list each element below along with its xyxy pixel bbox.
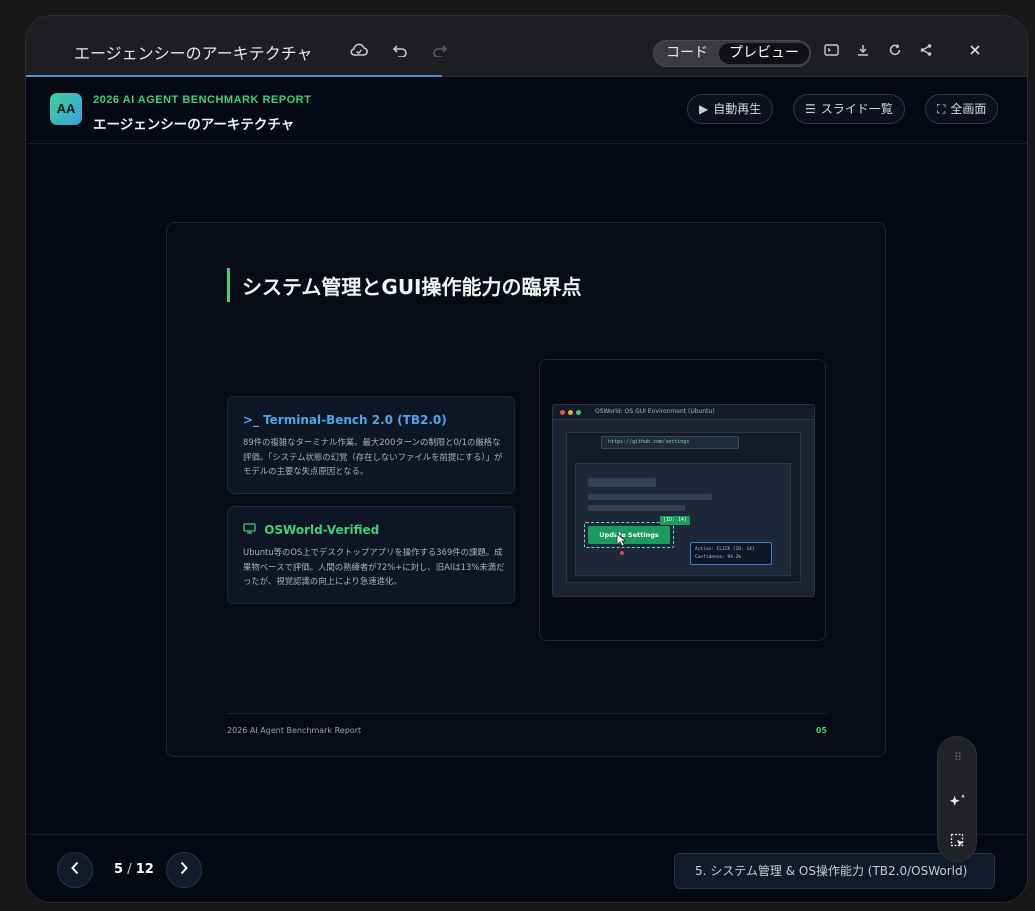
presentation-footer: 5 / 12 5. システム管理 & OS操作能力 (TB2.0/OSWorld… <box>26 834 1027 902</box>
fullscreen-button[interactable]: ⛶ 全画面 <box>925 94 999 124</box>
cursor-icon <box>616 532 628 547</box>
os-titlebar: OSWorld: OS GUI Environment (Ubuntu) <box>553 405 814 420</box>
os-window: OSWorld: OS GUI Environment (Ubuntu) htt… <box>552 404 815 597</box>
presentation-title: エージェンシーのアーキテクチャ <box>93 117 295 133</box>
placeholder-line <box>588 494 712 500</box>
slide-footer-text: 2026 AI Agent Benchmark Report <box>227 726 362 735</box>
sparkle-icon[interactable] <box>938 792 978 814</box>
autoplay-button[interactable]: ▶ 自動再生 <box>687 94 774 124</box>
logo-badge: AA <box>50 93 82 125</box>
target-highlight: Update Settings <box>584 522 674 548</box>
report-label: 2026 AI AGENT BENCHMARK REPORT <box>93 94 312 106</box>
web-page: Update Settings [ID: 14] Action: CLICK [… <box>575 463 791 576</box>
window-min-dot <box>568 410 573 415</box>
slide-title: システム管理とGUI操作能力の臨界点 <box>242 275 582 299</box>
terminal-prompt-icon: >_ <box>243 413 260 427</box>
view-toggle: コード プレビュー <box>653 40 811 67</box>
placeholder-line <box>588 505 685 511</box>
prev-slide-button[interactable] <box>57 852 93 888</box>
element-id-tag: [ID: 14] <box>660 516 691 525</box>
action-readout: Action: CLICK [ID: 14] Confidence: 94.2% <box>690 542 772 565</box>
card-title: >_ Terminal-Bench 2.0 (TB2.0) <box>243 413 447 427</box>
share-icon[interactable] <box>916 40 936 60</box>
download-icon[interactable] <box>853 40 873 60</box>
list-icon: ☰ <box>805 102 816 116</box>
tab-preview[interactable]: プレビュー <box>719 43 809 64</box>
slide-page-number: 05 <box>815 726 827 735</box>
presentation-header: AA 2026 AI AGENT BENCHMARK REPORT エージェンシ… <box>26 78 1027 144</box>
card-terminal-bench: >_ Terminal-Bench 2.0 (TB2.0) 89件の複雑なターミナ… <box>227 396 515 494</box>
floating-tools: ⠿ <box>937 736 977 862</box>
title-accent-bar <box>227 268 230 302</box>
slide-footer: 2026 AI Agent Benchmark Report 05 <box>227 713 827 735</box>
card-title: OSWorld-Verified <box>243 523 379 537</box>
select-area-icon[interactable] <box>938 833 978 853</box>
browser-window: https://github.com/settings Update Setti… <box>566 432 801 583</box>
window-close-dot <box>560 410 565 415</box>
load-progress <box>26 75 442 77</box>
placeholder-line <box>588 478 656 487</box>
terminal-icon[interactable] <box>821 40 841 60</box>
slide-list-label: スライド一覧 <box>820 102 893 116</box>
os-window-title: OSWorld: OS GUI Environment (Ubuntu) <box>595 408 715 415</box>
card-body: 89件の複雑なターミナル作業。最大200ターンの制限と0/1の厳格な評価。「シス… <box>243 437 503 476</box>
chevron-left-icon <box>71 861 79 875</box>
card-body: Ubuntu等のOS上でデスクトップアプリを操作する369件の課題。成果物ベース… <box>243 547 505 586</box>
update-settings-button: Update Settings <box>588 526 670 544</box>
top-toolbar: エージェンシーのアーキテクチャ コード プレビュー <box>26 16 1027 77</box>
autoplay-label: 自動再生 <box>713 102 762 116</box>
cloud-icon[interactable] <box>349 40 369 60</box>
redo-icon[interactable] <box>430 40 450 60</box>
document-title: エージェンシーのアーキテクチャ <box>74 44 313 63</box>
chevron-right-icon <box>180 861 188 875</box>
app-window: エージェンシーのアーキテクチャ コード プレビュー AA 2026 AI AGE… <box>25 15 1028 903</box>
close-icon[interactable] <box>965 40 985 60</box>
slide: システム管理とGUI操作能力の臨界点 >_ Terminal-Bench 2.0 … <box>166 222 886 757</box>
monitor-icon <box>243 523 260 537</box>
window-max-dot <box>576 410 581 415</box>
drag-handle-icon[interactable]: ⠿ <box>938 751 978 764</box>
osworld-illustration: OSWorld: OS GUI Environment (Ubuntu) htt… <box>539 359 826 641</box>
url-bar: https://github.com/settings <box>601 436 739 449</box>
click-point <box>620 551 624 555</box>
fullscreen-label: 全画面 <box>950 102 987 116</box>
card-osworld: OSWorld-Verified Ubuntu等のOS上でデスクトップアプリを操… <box>227 506 515 604</box>
play-icon: ▶ <box>699 102 709 116</box>
slide-counter: 5 / 12 <box>114 862 154 877</box>
slide-list-button[interactable]: ☰ スライド一覧 <box>793 94 905 124</box>
undo-icon[interactable] <box>390 40 410 60</box>
next-slide-button[interactable] <box>166 852 202 888</box>
fullscreen-icon: ⛶ <box>937 102 946 116</box>
refresh-icon[interactable] <box>885 40 905 60</box>
tab-code[interactable]: コード <box>658 43 716 64</box>
